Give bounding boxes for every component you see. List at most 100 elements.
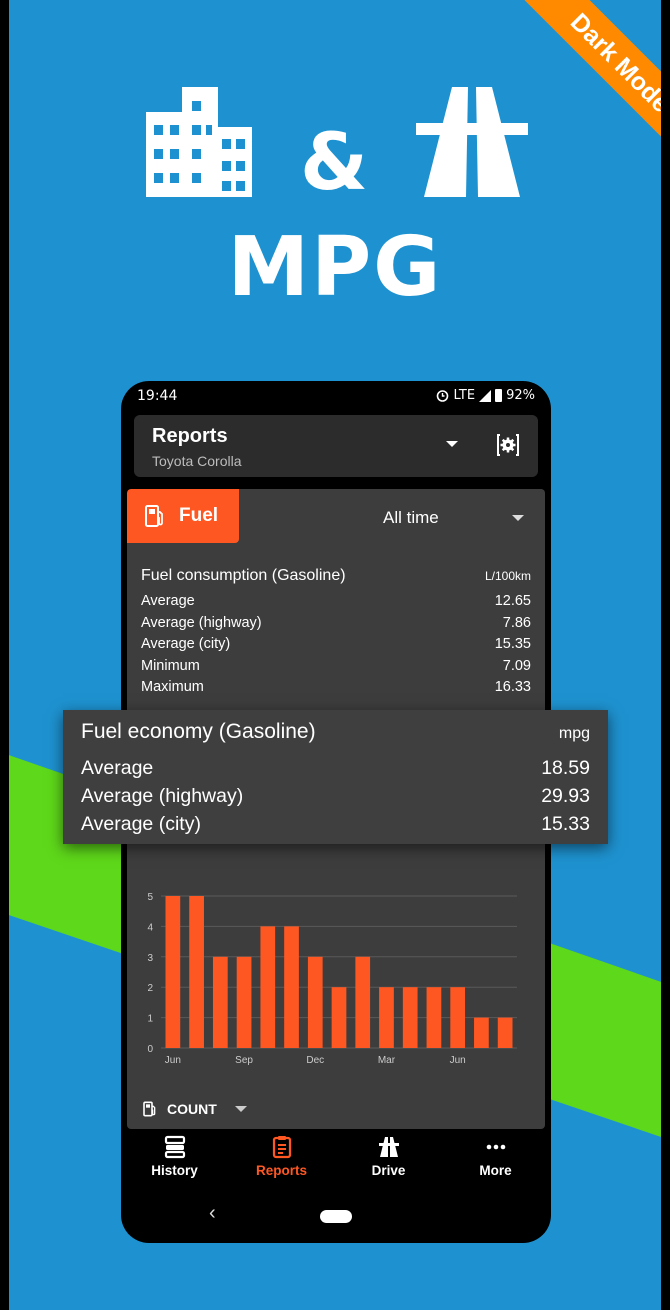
stat-label: Average (highway) (141, 614, 262, 631)
vehicle-dropdown-icon[interactable] (446, 441, 458, 447)
ampersand: & (300, 118, 369, 208)
alarm-icon (437, 390, 449, 402)
y-tick-label: 5 (147, 892, 153, 903)
dark-mode-ribbon: Dark Mode (450, 0, 670, 220)
status-icons: LTE 92% (436, 388, 535, 403)
economy-value: 18.59 (541, 757, 590, 779)
drive-road-icon (378, 1137, 399, 1157)
y-tick-label: 0 (147, 1044, 153, 1055)
chart-bar[interactable] (236, 956, 252, 1048)
chart-bar[interactable] (165, 896, 181, 1048)
consumption-title: Fuel consumption (Gasoline) (141, 567, 346, 584)
more-dots-icon (486, 1144, 505, 1150)
back-chevron-icon[interactable]: ‹ (209, 1202, 216, 1225)
nav-reports[interactable]: Reports (228, 1135, 335, 1178)
stat-row: Maximum 16.33 (141, 677, 531, 699)
fuel-economy-popup: Fuel economy (Gasoline) mpg Average 18.5… (63, 710, 608, 844)
battery-percent: 92% (506, 388, 535, 403)
nav-more[interactable]: More (442, 1135, 549, 1178)
bottom-navigation: History Reports Drive More (121, 1129, 551, 1191)
chart-bar[interactable] (355, 956, 371, 1048)
economy-label: Average (highway) (81, 785, 244, 807)
chart-bar[interactable] (212, 956, 228, 1048)
x-tick-label: Sep (235, 1055, 253, 1066)
hero-title: MPG (227, 220, 443, 315)
count-selector-label: COUNT (167, 1101, 217, 1117)
home-pill[interactable] (320, 1210, 352, 1223)
stat-row: Minimum 7.09 (141, 656, 531, 678)
chart-bar[interactable] (331, 987, 347, 1048)
consumption-unit: L/100km (484, 569, 531, 583)
y-tick-label: 2 (147, 983, 153, 994)
fuel-tab-label: Fuel (179, 505, 219, 526)
y-tick-label: 1 (147, 1014, 153, 1025)
fuel-tab[interactable]: Fuel (127, 489, 239, 543)
x-tick-label: Mar (378, 1055, 396, 1066)
stat-value: 12.65 (494, 593, 531, 609)
count-dropdown-icon[interactable] (234, 1106, 247, 1112)
stat-label: Average (141, 593, 195, 609)
nav-drive-label: Drive (371, 1163, 406, 1178)
chart-bar[interactable] (307, 956, 323, 1048)
nav-more-label: More (479, 1163, 512, 1178)
chart-bar[interactable] (284, 926, 299, 1048)
chart-bar[interactable] (379, 987, 394, 1048)
report-settings-icon[interactable] (496, 433, 520, 457)
y-tick-label: 4 (147, 922, 153, 933)
fuel-pump-small-icon (143, 1101, 156, 1117)
stat-row: Average (city) 15.35 (141, 634, 531, 656)
count-selector[interactable]: COUNT (143, 1101, 247, 1117)
ribbon-label: Dark Mode (497, 0, 670, 186)
history-icon (164, 1135, 185, 1159)
chart-bar[interactable] (497, 1017, 513, 1048)
fuel-consumption-section: Fuel consumption (Gasoline) L/100km Aver… (141, 567, 531, 699)
vehicle-subtitle: Toyota Corolla (152, 453, 242, 469)
city-buildings-icon (146, 87, 252, 197)
nav-history[interactable]: History (121, 1135, 228, 1178)
chart-bar[interactable] (260, 926, 276, 1048)
stat-label: Maximum (141, 679, 204, 695)
economy-title: Fuel economy (Gasoline) (81, 720, 316, 743)
chart-bar[interactable] (426, 987, 442, 1048)
economy-label: Average (81, 757, 154, 779)
network-label: LTE (453, 388, 476, 403)
nav-drive[interactable]: Drive (335, 1135, 442, 1178)
stat-value: 7.86 (502, 614, 531, 631)
economy-row: Average (highway) 29.93 (81, 782, 590, 810)
status-bar: 19:44 LTE 92% (137, 387, 535, 409)
stat-label: Minimum (141, 657, 200, 674)
chart-bar[interactable] (402, 987, 418, 1048)
period-dropdown-icon[interactable] (512, 515, 524, 521)
x-tick-label: Dec (306, 1055, 324, 1066)
chart-bar[interactable] (189, 896, 204, 1048)
chart-bar[interactable] (450, 987, 466, 1048)
economy-row: Average (city) 15.33 (81, 810, 590, 838)
stat-label: Average (city) (141, 636, 231, 652)
left-edge-bar (0, 0, 9, 1310)
economy-unit: mpg (558, 725, 590, 742)
signal-icon (479, 389, 492, 402)
nav-history-label: History (151, 1163, 198, 1178)
fuel-pump-icon (145, 505, 163, 527)
chart-bar[interactable] (474, 1017, 489, 1048)
battery-icon (495, 389, 503, 402)
page-title: Reports (152, 425, 228, 447)
app-bar: Reports Toyota Corolla (134, 415, 538, 477)
right-edge-bar (661, 0, 670, 1310)
stat-row: Average (highway) 7.86 (141, 613, 531, 635)
stat-row: Average 12.65 (141, 591, 531, 613)
period-selector[interactable]: All time (383, 508, 439, 528)
nav-reports-label: Reports (255, 1163, 307, 1178)
stat-value: 7.09 (502, 657, 531, 674)
stat-value: 16.33 (494, 679, 531, 695)
stat-value: 15.35 (494, 636, 531, 652)
economy-value: 15.33 (541, 813, 590, 835)
economy-value: 29.93 (541, 785, 590, 807)
y-tick-label: 3 (147, 953, 153, 964)
fill-up-count-chart: 0 1 2 3 4 5 Jun Sep Dec Mar Jun (147, 892, 517, 1066)
reports-icon (272, 1136, 291, 1159)
economy-row: Average 18.59 (81, 754, 590, 782)
system-navigation: ‹ (121, 1196, 551, 1236)
x-tick-label: Jun (450, 1055, 466, 1066)
status-time: 19:44 (137, 388, 178, 404)
